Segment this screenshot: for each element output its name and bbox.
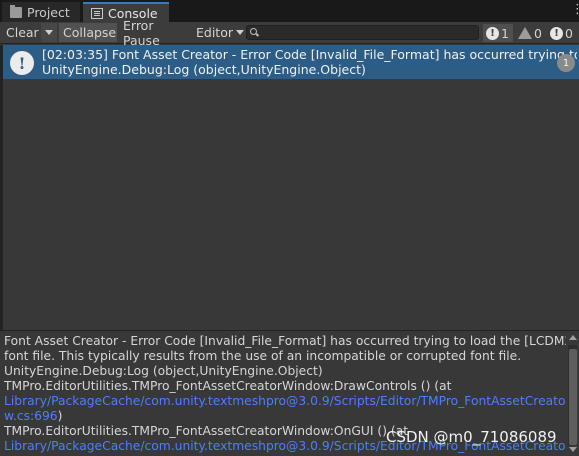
detail-text: ) bbox=[57, 409, 63, 423]
tab-project-label: Project bbox=[27, 4, 70, 20]
scroll-up-icon[interactable] bbox=[569, 335, 577, 340]
warning-icon bbox=[518, 27, 532, 39]
scroll-down-icon[interactable] bbox=[569, 447, 577, 452]
search-icon bbox=[250, 28, 257, 35]
scrollbar-thumb[interactable] bbox=[569, 349, 577, 445]
error-count: 0 bbox=[565, 25, 573, 41]
chevron-down-icon bbox=[45, 30, 53, 35]
warning-count-toggle[interactable]: 0 bbox=[515, 24, 545, 42]
log-entry-message: [02:03:35] Font Asset Creator - Error Co… bbox=[42, 47, 577, 62]
log-count: 1 bbox=[501, 25, 509, 41]
console-toolbar: Clear Collapse Error Pause Editor ! 1 0 … bbox=[0, 18, 579, 48]
console-icon bbox=[91, 7, 103, 19]
source-link[interactable]: w.cs:696 bbox=[4, 409, 58, 423]
log-count-toggle[interactable]: ! 1 bbox=[483, 24, 513, 42]
error-pause-toggle[interactable]: Error Pause bbox=[119, 18, 191, 48]
detail-line: UnityEngine.Debug:Log (object,UnityEngin… bbox=[4, 364, 323, 378]
source-link[interactable]: Library/PackageCache/com.unity.textmeshp… bbox=[4, 394, 566, 409]
log-list bbox=[0, 45, 579, 329]
info-count-icon: ! bbox=[486, 26, 499, 40]
detail-line: w.cs:696) bbox=[4, 409, 566, 424]
detail-line: Font Asset Creator - Error Code [Invalid… bbox=[4, 334, 566, 348]
error-icon: ! bbox=[550, 26, 563, 40]
clear-button[interactable]: Clear bbox=[2, 23, 42, 42]
log-entry-count-badge: 1 bbox=[557, 54, 575, 72]
more-options-icon[interactable]: ⋮ bbox=[571, 3, 579, 17]
info-icon: ! bbox=[10, 51, 34, 75]
chevron-down-icon bbox=[236, 30, 244, 35]
log-entry-stack: UnityEngine.Debug:Log (object,UnityEngin… bbox=[42, 62, 366, 77]
search-input[interactable] bbox=[246, 25, 479, 40]
detail-line: font file. This typically results from t… bbox=[4, 349, 522, 363]
watermark: CSDN @m0_71086089 bbox=[386, 428, 557, 446]
error-count-toggle[interactable]: ! 0 bbox=[547, 24, 579, 42]
clear-options-dropdown[interactable] bbox=[41, 23, 57, 42]
editor-dropdown[interactable]: Editor bbox=[192, 23, 244, 42]
collapse-toggle[interactable]: Collapse bbox=[59, 23, 117, 42]
tab-bar: Project Console ⋮ bbox=[0, 0, 579, 22]
editor-dropdown-label: Editor bbox=[196, 25, 233, 40]
folder-icon bbox=[10, 4, 22, 18]
warning-count: 0 bbox=[534, 25, 542, 41]
tab-project[interactable]: Project bbox=[2, 2, 80, 22]
detail-line: TMPro.EditorUtilities.TMPro_FontAssetCre… bbox=[4, 379, 452, 393]
